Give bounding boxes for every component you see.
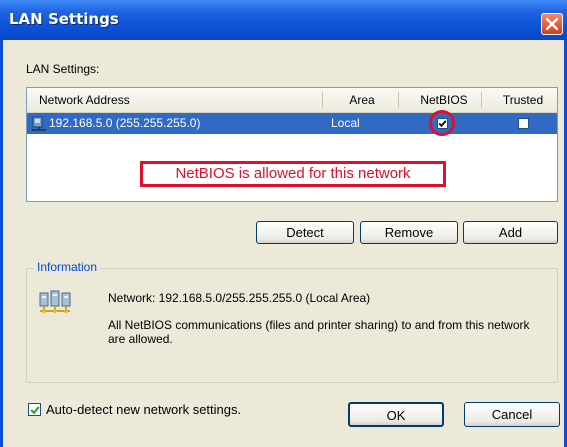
information-legend: Information — [34, 260, 101, 274]
column-netbios[interactable]: NetBIOS — [408, 88, 480, 112]
close-button[interactable] — [541, 13, 563, 35]
trusted-checkbox[interactable] — [518, 118, 529, 129]
cancel-button[interactable]: Cancel — [464, 402, 560, 427]
column-separator[interactable] — [398, 92, 399, 108]
ok-button[interactable]: OK — [348, 402, 444, 427]
close-icon — [546, 18, 558, 30]
information-network: Network: 192.168.5.0/255.255.255.0 (Loca… — [108, 291, 371, 305]
column-trusted[interactable]: Trusted — [489, 88, 557, 112]
table-row[interactable]: 192.168.5.0 (255.255.255.0) Local — [27, 110, 557, 136]
remove-button[interactable]: Remove — [360, 221, 458, 244]
detect-button[interactable]: Detect — [256, 221, 354, 244]
autodetect-checkbox[interactable] — [28, 403, 41, 416]
column-separator[interactable] — [481, 92, 482, 108]
autodetect-label[interactable]: Auto-detect new network settings. — [46, 402, 241, 417]
window-frame-left — [0, 40, 3, 447]
add-button[interactable]: Add — [463, 221, 558, 244]
netbios-checkbox[interactable] — [437, 118, 448, 129]
row-address: 192.168.5.0 (255.255.255.0) — [49, 116, 201, 130]
checkmark-icon — [30, 406, 40, 415]
column-area[interactable]: Area — [331, 88, 393, 112]
checkmark-icon — [438, 120, 447, 128]
network-list[interactable]: Network Address Area NetBIOS Trusted 192… — [26, 87, 558, 202]
column-network-address[interactable]: Network Address — [39, 88, 130, 112]
window-title: LAN Settings — [9, 10, 119, 28]
row-area: Local — [331, 116, 360, 130]
information-description: All NetBIOS communications (files and pr… — [108, 318, 530, 346]
netbios-callout: NetBIOS is allowed for this network — [140, 161, 446, 187]
list-header: Network Address Area NetBIOS Trusted — [27, 88, 557, 113]
network-icon — [32, 116, 46, 131]
lan-settings-label: LAN Settings: — [26, 62, 100, 76]
column-separator[interactable] — [322, 92, 323, 108]
network-computers-icon — [39, 290, 71, 313]
